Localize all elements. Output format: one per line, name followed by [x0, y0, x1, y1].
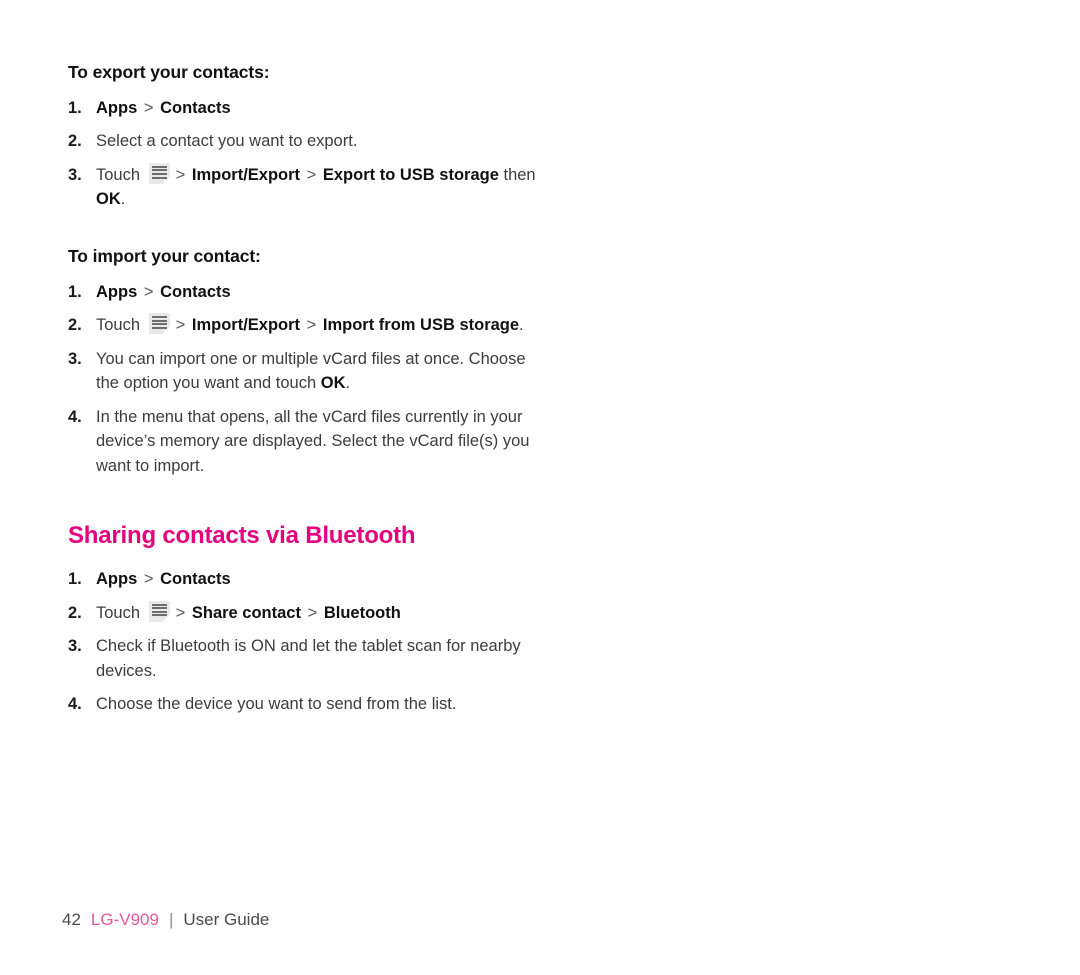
step-item: 1. Apps > Contacts: [68, 280, 538, 305]
step-separator: >: [175, 165, 186, 184]
menu-icon: [148, 313, 170, 335]
step-number: 2.: [68, 316, 82, 335]
step-item: 4. Choose the device you want to send fro…: [68, 692, 538, 717]
step-number: 3.: [68, 637, 82, 656]
step-separator: >: [307, 603, 318, 622]
step-emphasis: Apps: [96, 570, 138, 589]
step-text: Check if Bluetooth is ON and let the tab…: [96, 634, 538, 683]
step-emphasis: Export to USB storage: [322, 165, 499, 184]
step-number: 3.: [68, 165, 82, 184]
step-number: 1.: [68, 282, 82, 301]
step-separator: >: [175, 603, 186, 622]
step-plain-text: Touch: [96, 603, 141, 622]
step-emphasis: Import/Export: [191, 316, 301, 335]
step-separator: >: [143, 98, 154, 117]
menu-icon: [148, 600, 170, 622]
step-emphasis: Contacts: [160, 98, 231, 117]
step-plain-text: then: [503, 165, 536, 184]
step-item: 4. In the menu that opens, all the vCard …: [68, 405, 538, 479]
step-emphasis: Apps: [96, 282, 138, 301]
step-separator: >: [306, 316, 317, 335]
step-item: 1. Apps > Contacts: [68, 96, 538, 121]
step-list: 1. Apps > Contacts 2. Touch > Share contact…: [68, 567, 538, 717]
step-list: 1. Apps > Contacts 2. Touch > Import/Export…: [68, 280, 538, 479]
step-emphasis: Import/Export: [191, 165, 301, 184]
step-emphasis: Apps: [96, 98, 138, 117]
menu-icon-fold: [161, 326, 170, 335]
step-plain-text: In the menu that opens, all the vCard fi…: [96, 407, 530, 475]
step-separator: >: [143, 282, 154, 301]
step-plain-text: Touch: [96, 165, 141, 184]
step-text: Touch > Import/Export > Export to USB st…: [96, 162, 538, 212]
step-emphasis: Share contact: [191, 603, 301, 622]
step-text: Choose the device you want to send from …: [96, 692, 538, 717]
step-item: 3. You can import one or multiple vCard f…: [68, 347, 538, 396]
step-separator: >: [143, 570, 154, 589]
step-emphasis: Import from USB storage: [322, 316, 520, 335]
step-item: 1. Apps > Contacts: [68, 567, 538, 592]
step-text: You can import one or multiple vCard fil…: [96, 347, 538, 396]
step-separator: >: [306, 165, 317, 184]
footer-page-number: 42: [62, 910, 81, 929]
section-heading: To import your contact:: [68, 245, 261, 266]
step-text: Apps > Contacts: [96, 96, 538, 121]
footer-model-name: LG-V909: [90, 910, 159, 929]
page-footer: 42 LG-V909 | User Guide: [62, 908, 269, 932]
step-text: Apps > Contacts: [96, 567, 538, 592]
step-item: 3. Touch > Import/Export > Export to USB …: [68, 162, 538, 212]
step-separator: >: [175, 316, 186, 335]
step-plain-text: .: [120, 190, 126, 209]
document-page: To export your contacts: 1. Apps > Contact…: [0, 0, 1080, 975]
step-emphasis: Bluetooth: [323, 603, 401, 622]
step-item: 3. Check if Bluetooth is ON and let the t…: [68, 634, 538, 683]
menu-icon-fold: [161, 613, 170, 622]
section-heading: To export your contacts:: [68, 62, 270, 82]
step-number: 1.: [68, 570, 82, 589]
step-plain-text: You can import one or multiple vCard fil…: [96, 349, 526, 393]
menu-icon-fold: [161, 175, 170, 184]
step-emphasis: Contacts: [160, 570, 231, 589]
step-item: 2. Touch > Import/Export > Import from US…: [68, 313, 538, 338]
step-plain-text: .: [345, 374, 351, 393]
footer-divider: |: [168, 910, 174, 929]
step-text: Select a contact you want to export.: [96, 129, 538, 154]
step-plain-text: Select a contact you want to export.: [96, 132, 358, 151]
step-emphasis: Contacts: [160, 282, 231, 301]
step-number: 2.: [68, 603, 82, 622]
step-plain-text: .: [519, 316, 524, 335]
footer-guide-label: User Guide: [183, 910, 270, 929]
step-number: 3.: [68, 349, 82, 368]
step-plain-text: Touch: [96, 316, 141, 335]
step-plain-text: Choose the device you want to send from …: [96, 695, 457, 714]
menu-icon: [148, 162, 170, 184]
step-number: 2.: [68, 132, 82, 151]
step-text: In the menu that opens, all the vCard fi…: [96, 405, 538, 479]
step-item: 2. Touch > Share contact > Bluetooth: [68, 600, 538, 626]
content-column: To export your contacts: 1. Apps > Contact…: [68, 62, 538, 717]
step-text: Touch > Share contact > Bluetooth: [96, 600, 538, 626]
step-text: Touch > Import/Export > Import from USB …: [96, 313, 538, 338]
step-emphasis: OK: [320, 374, 346, 393]
step-emphasis: OK: [96, 190, 121, 209]
step-plain-text: Check if Bluetooth is ON and let the tab…: [96, 637, 521, 680]
step-number: 1.: [68, 98, 82, 117]
step-text: Apps > Contacts: [96, 280, 538, 305]
step-list: 1. Apps > Contacts 2. Select a contact you …: [68, 96, 538, 212]
step-item: 2. Select a contact you want to export.: [68, 129, 538, 154]
step-number: 4.: [68, 695, 82, 714]
chapter-heading: Sharing contacts via Bluetooth: [68, 522, 416, 550]
step-number: 4.: [68, 407, 82, 426]
